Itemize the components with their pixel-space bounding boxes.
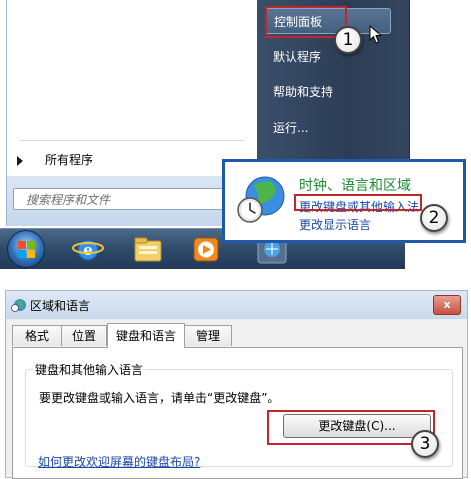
internet-explorer-icon[interactable]: e [70,233,106,265]
start-menu-screenshot: 所有程序 搜索程序和文件 控制面板 默认程序 帮助和支持 运行... 1 e 时… [0,0,471,269]
start-orb-icon[interactable] [7,230,45,268]
callout-3: 3 [411,430,439,458]
highlight-change-keyboard [294,194,422,211]
help-support-item[interactable]: 帮助和支持 [273,82,333,102]
region-language-dialog: 区域和语言 x 格式 位置 键盘和语言 管理 键盘和其他输入语言 要更改键盘或输… [5,290,468,479]
region-language-icon [11,299,26,312]
tab-administrative[interactable]: 管理 [184,325,232,346]
all-programs-item[interactable]: 所有程序 [17,150,93,170]
explorer-folder-icon[interactable] [130,233,166,265]
globe-clock-icon [237,176,285,223]
close-icon[interactable]: x [433,295,461,315]
tab-formats[interactable]: 格式 [12,325,62,346]
arrow-right-icon [17,155,23,166]
highlight-change-keyboards-button [267,410,435,445]
tab-keyboards-languages[interactable]: 键盘和语言 [107,323,185,348]
callout-1: 1 [334,26,362,54]
change-display-language-link[interactable]: 更改显示语言 [299,216,371,233]
media-player-icon[interactable] [188,233,224,265]
callout-2: 2 [420,204,448,232]
dialog-titlebar: 区域和语言 x [6,291,467,319]
run-item[interactable]: 运行... [273,118,308,138]
dialog-title: 区域和语言 [30,299,91,313]
category-title[interactable]: 时钟、语言和区域 [299,175,411,195]
mouse-cursor-icon [369,25,383,44]
group-description: 要更改键盘或输入语言，请单击“更改键盘”。 [39,391,280,405]
welcome-screen-keyboard-help-link[interactable]: 如何更改欢迎屏幕的键盘布局? [38,453,200,470]
default-programs-item[interactable]: 默认程序 [273,47,321,67]
start-menu-divider [19,140,245,141]
group-label: 键盘和其他输入语言 [33,361,146,378]
all-programs-label: 所有程序 [45,153,94,167]
start-search-input[interactable]: 搜索程序和文件 [13,188,249,210]
tab-location[interactable]: 位置 [61,325,107,346]
